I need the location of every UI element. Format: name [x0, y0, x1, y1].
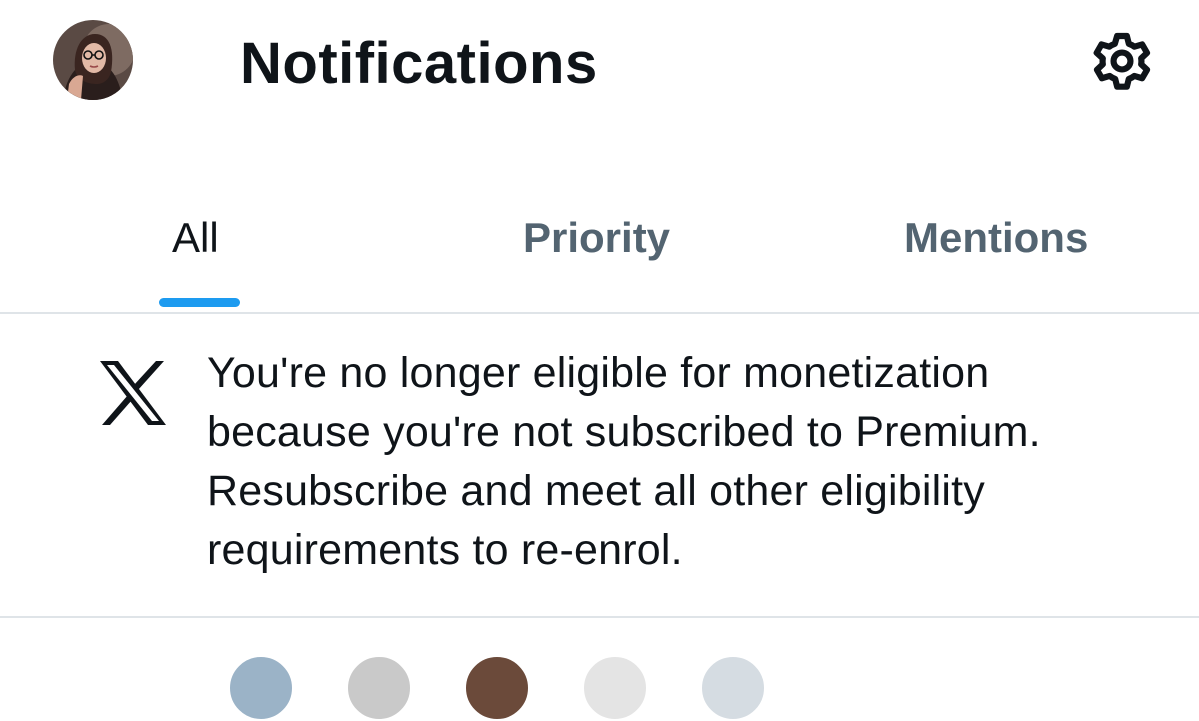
notification-line: You're no longer eligible for monetizati…: [207, 349, 990, 397]
user-avatar-icon: [53, 20, 133, 100]
tab-all-label: All: [172, 214, 219, 261]
tab-mentions[interactable]: Mentions: [800, 190, 1199, 310]
next-notification-item[interactable]: [0, 618, 1199, 721]
tab-mentions-label: Mentions: [904, 214, 1089, 261]
avatar: [346, 655, 412, 721]
avatar: [700, 655, 766, 721]
tab-priority[interactable]: Priority: [400, 190, 800, 310]
top-bar: Notifications: [0, 0, 1199, 130]
settings-button[interactable]: [1083, 22, 1161, 100]
x-logo-icon: [100, 361, 166, 425]
active-tab-indicator: [159, 298, 240, 307]
gear-icon: [1093, 32, 1151, 90]
avatar: [582, 655, 648, 721]
tab-all[interactable]: All: [0, 190, 400, 310]
notification-text: You're no longer eligible for monetizati…: [207, 344, 1167, 580]
notification-line: because you're not subscribed to Premium…: [207, 408, 1041, 456]
profile-avatar[interactable]: [53, 20, 133, 100]
avatar: [228, 655, 294, 721]
notification-line: requirements to re-enrol.: [207, 526, 683, 574]
tab-priority-label: Priority: [523, 214, 671, 261]
avatar: [464, 655, 530, 721]
notification-tabs: All Priority Mentions: [0, 190, 1199, 314]
page-title: Notifications: [240, 31, 598, 96]
notification-line: Resubscribe and meet all other eligibili…: [207, 467, 986, 515]
